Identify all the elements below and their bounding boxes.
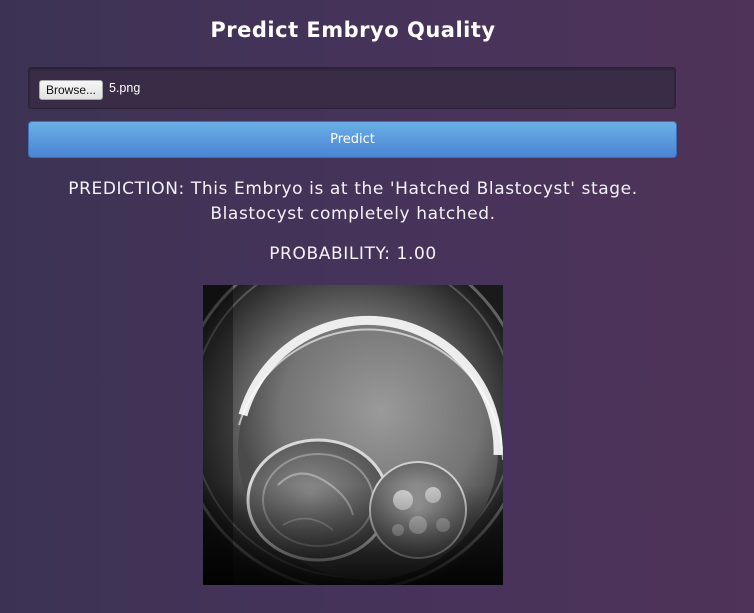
prediction-text: PREDICTION: This Embryo is at the 'Hatch… xyxy=(0,177,706,227)
prediction-line-2: Blastocyst completely hatched. xyxy=(210,204,496,224)
probability-text: PROBABILITY: 1.00 xyxy=(269,244,437,264)
prediction-line-1: PREDICTION: This Embryo is at the 'Hatch… xyxy=(68,179,638,199)
embryo-image xyxy=(203,285,503,585)
embryo-micrograph xyxy=(203,285,503,585)
page-title: Predict Embryo Quality xyxy=(210,18,496,42)
file-input[interactable]: Browse... 5.png xyxy=(28,67,676,109)
selected-file-name: 5.png xyxy=(109,81,141,95)
predict-button[interactable]: Predict xyxy=(28,121,677,158)
browse-button[interactable]: Browse... xyxy=(39,80,103,100)
